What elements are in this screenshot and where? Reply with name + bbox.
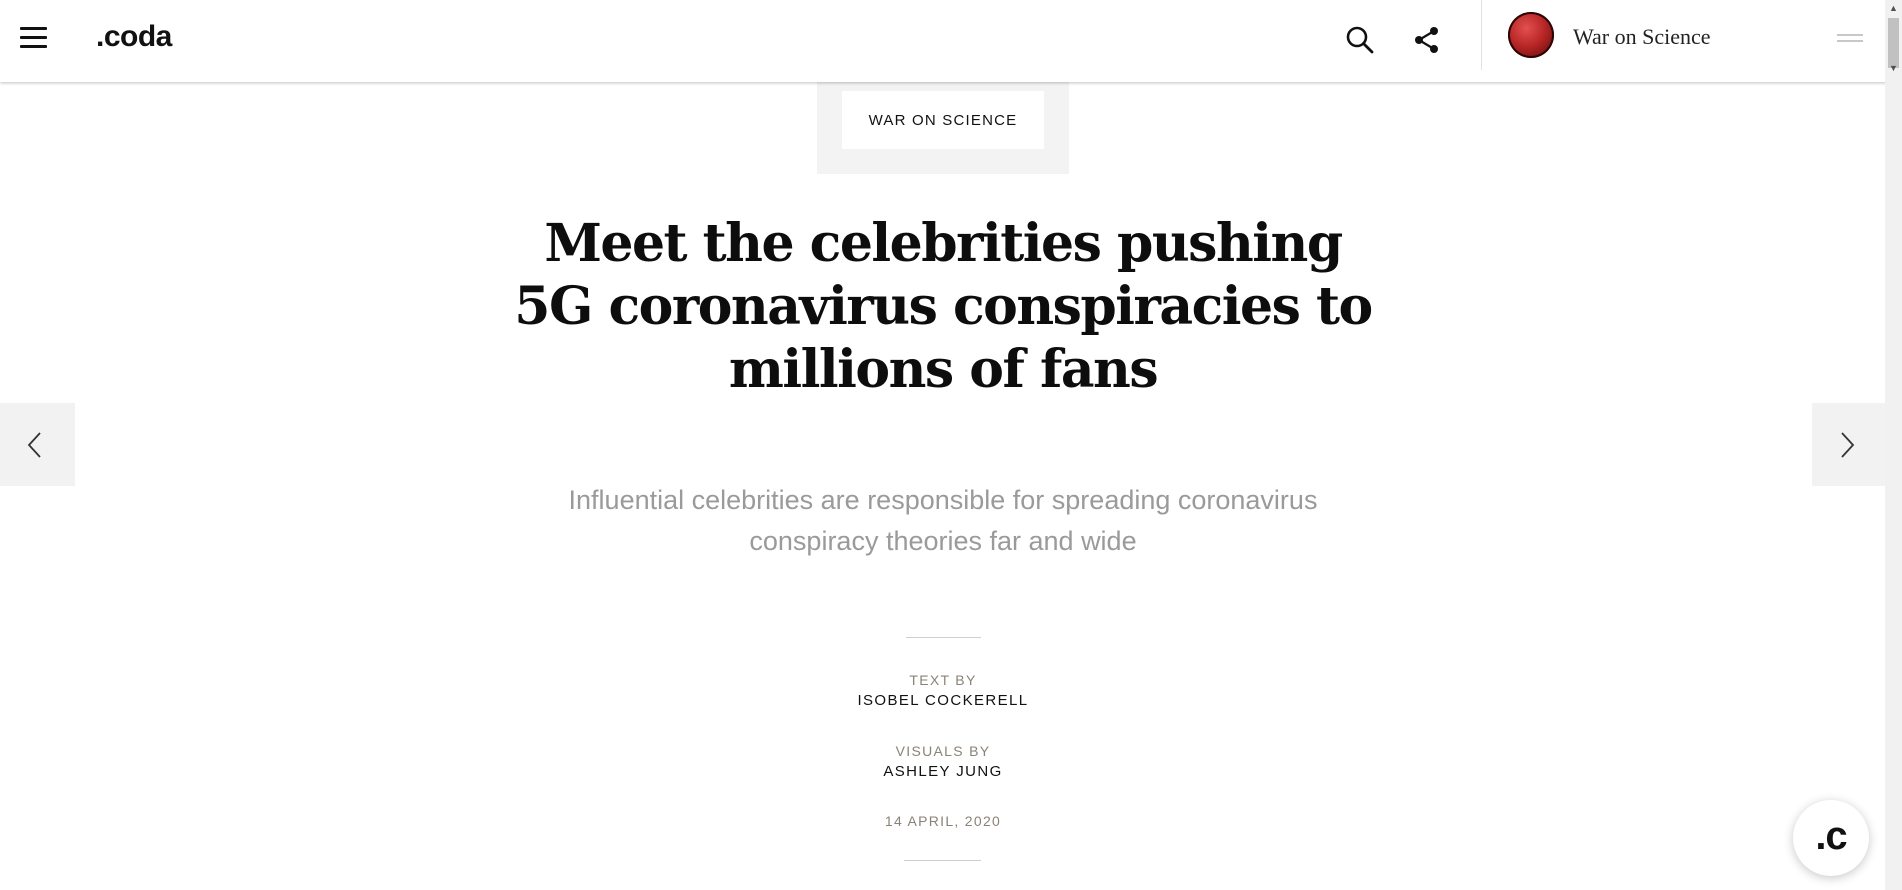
visuals-by-label: VISUALS BY [895,743,991,759]
scroll-thumb[interactable] [1888,18,1899,68]
series-title[interactable]: War on Science [1573,24,1711,50]
chevron-left-icon [27,432,41,458]
category-tag[interactable]: WAR ON SCIENCE [842,91,1044,149]
credits-top-rule [906,637,981,638]
double-line-handle-icon[interactable] [1837,34,1863,44]
credits-bottom-rule [904,860,981,861]
coronavirus-badge-icon[interactable] [1508,12,1554,58]
scroll-down-icon[interactable]: ▼ [1885,62,1902,74]
category-label: WAR ON SCIENCE [868,111,1018,129]
publish-date: 14 APRIL, 2020 [884,813,1002,829]
author-name[interactable]: ISOBEL COCKERELL [743,692,1143,709]
category-frame: WAR ON SCIENCE [817,82,1069,174]
share-icon[interactable] [1413,25,1441,55]
scroll-up-icon[interactable]: ▲ [1885,2,1902,14]
site-header: .coda War on Science [0,0,1902,82]
coda-floating-button[interactable]: .c [1793,800,1869,876]
previous-article-button[interactable] [0,403,75,486]
chevron-right-icon [1841,432,1855,458]
next-article-button[interactable] [1812,403,1887,486]
page-scrollbar[interactable]: ▲ ▼ [1885,0,1902,890]
article-dek: Influential celebrities are responsible … [568,485,1318,556]
coda-c-logo: .c [1815,813,1847,858]
search-icon[interactable] [1344,24,1376,56]
visuals-author-name[interactable]: ASHLEY JUNG [743,763,1143,780]
hamburger-menu-icon[interactable] [20,27,48,53]
site-logo[interactable]: .coda [96,20,172,54]
text-by-label: TEXT BY [909,672,977,688]
article-headline: Meet the celebrities pushing 5G coronavi… [514,213,1373,400]
header-divider [1481,0,1482,70]
